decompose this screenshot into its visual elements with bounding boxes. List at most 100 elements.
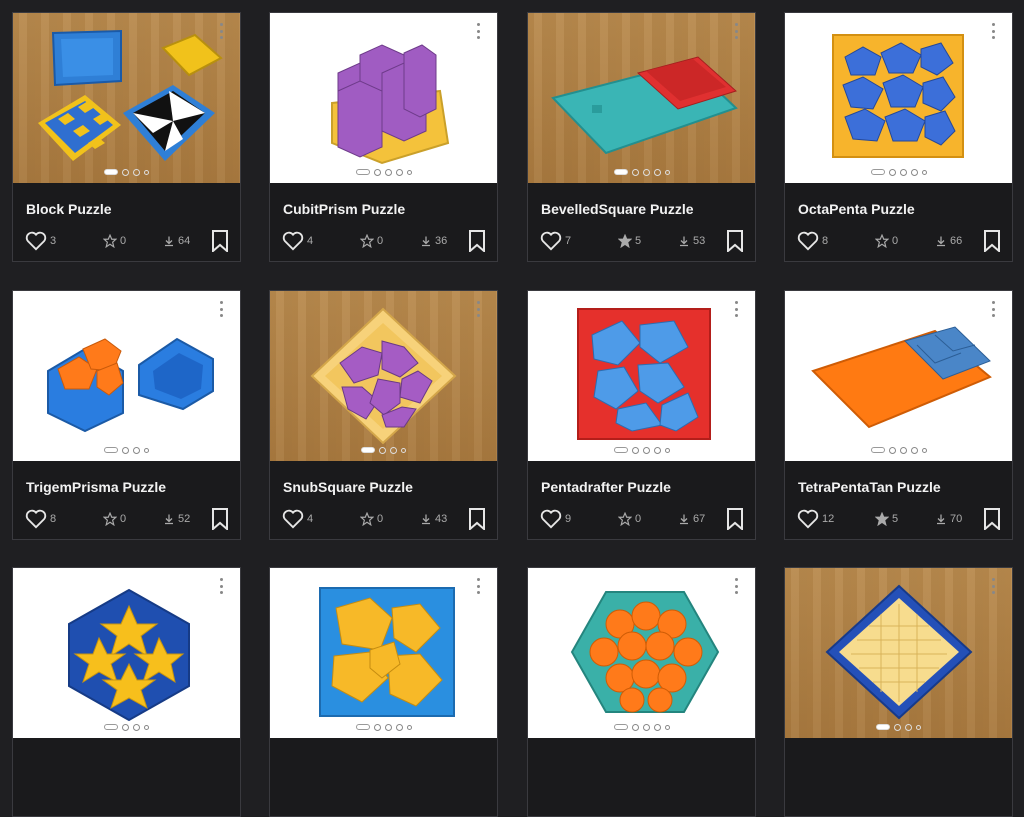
- bookmark-icon[interactable]: [210, 508, 230, 530]
- model-thumbnail[interactable]: [270, 13, 497, 183]
- carousel-dots[interactable]: [270, 168, 497, 176]
- star-count: 0: [892, 235, 899, 247]
- kebab-menu-icon[interactable]: [477, 23, 481, 39]
- kebab-menu-icon[interactable]: [220, 578, 224, 594]
- download-button[interactable]: 43: [420, 508, 447, 530]
- carousel-dots[interactable]: [13, 168, 240, 176]
- card-title[interactable]: Block Puzzle: [26, 201, 112, 217]
- star-rating[interactable]: 0: [360, 230, 383, 252]
- card-title[interactable]: TrigemPrisma Puzzle: [26, 479, 166, 495]
- star-rating[interactable]: 5: [618, 230, 641, 252]
- like-button[interactable]: 12: [797, 508, 834, 530]
- model-card[interactable]: [784, 567, 1013, 817]
- card-stats: 8 0 66: [797, 230, 1002, 252]
- bookmark-icon[interactable]: [982, 508, 1002, 530]
- model-card[interactable]: Pentadrafter Puzzle 9 0 67: [527, 290, 756, 540]
- kebab-menu-icon[interactable]: [992, 301, 996, 317]
- kebab-menu-icon[interactable]: [735, 23, 739, 39]
- download-count: 64: [178, 235, 191, 247]
- model-card[interactable]: [269, 567, 498, 817]
- kebab-menu-icon[interactable]: [220, 301, 224, 317]
- kebab-menu-icon[interactable]: [220, 23, 224, 39]
- model-thumbnail[interactable]: [528, 291, 755, 461]
- carousel-dots[interactable]: [785, 446, 1012, 454]
- model-thumbnail[interactable]: [270, 291, 497, 461]
- puzzle-image: [310, 307, 457, 445]
- download-icon: [165, 514, 173, 525]
- bookmark-icon[interactable]: [467, 230, 487, 252]
- like-button[interactable]: 8: [797, 230, 828, 252]
- download-button[interactable]: 64: [163, 230, 190, 252]
- star-icon: [618, 512, 632, 526]
- carousel-dots[interactable]: [785, 168, 1012, 176]
- model-card[interactable]: TetraPentaTan Puzzle 12 5 70: [784, 290, 1013, 540]
- card-title[interactable]: OctaPenta Puzzle: [798, 201, 915, 217]
- star-rating[interactable]: 0: [360, 508, 383, 530]
- like-button[interactable]: 3: [25, 230, 56, 252]
- like-button[interactable]: 4: [282, 230, 313, 252]
- bookmark-icon[interactable]: [725, 508, 745, 530]
- model-thumbnail[interactable]: [785, 568, 1012, 738]
- carousel-dots[interactable]: [270, 723, 497, 731]
- bookmark-icon[interactable]: [725, 230, 745, 252]
- carousel-dots[interactable]: [785, 723, 1012, 731]
- carousel-dots[interactable]: [270, 446, 497, 454]
- model-card[interactable]: SnubSquare Puzzle 4 0 43: [269, 290, 498, 540]
- kebab-menu-icon[interactable]: [992, 578, 996, 594]
- carousel-dots[interactable]: [13, 723, 240, 731]
- card-title[interactable]: SnubSquare Puzzle: [283, 479, 413, 495]
- star-rating[interactable]: 0: [103, 508, 126, 530]
- download-button[interactable]: 66: [935, 230, 962, 252]
- kebab-menu-icon[interactable]: [735, 578, 739, 594]
- like-button[interactable]: 7: [540, 230, 571, 252]
- bookmark-icon[interactable]: [467, 508, 487, 530]
- model-card[interactable]: OctaPenta Puzzle 8 0 66: [784, 12, 1013, 262]
- card-title[interactable]: Pentadrafter Puzzle: [541, 479, 671, 495]
- star-rating[interactable]: 0: [103, 230, 126, 252]
- carousel-dots[interactable]: [13, 446, 240, 454]
- bookmark-icon[interactable]: [210, 230, 230, 252]
- carousel-dots[interactable]: [528, 168, 755, 176]
- download-button[interactable]: 36: [420, 230, 447, 252]
- kebab-menu-icon[interactable]: [477, 301, 481, 317]
- card-title[interactable]: TetraPentaTan Puzzle: [798, 479, 941, 495]
- model-card[interactable]: CubitPrism Puzzle 4 0 36: [269, 12, 498, 262]
- model-card[interactable]: [527, 567, 756, 817]
- kebab-menu-icon[interactable]: [735, 301, 739, 317]
- model-thumbnail[interactable]: [528, 13, 755, 183]
- heart-icon: [540, 509, 562, 529]
- star-rating[interactable]: 0: [618, 508, 641, 530]
- model-thumbnail[interactable]: [13, 291, 240, 461]
- card-stats: 8 0 52: [25, 508, 230, 530]
- download-count: 36: [435, 235, 448, 247]
- model-thumbnail[interactable]: [528, 568, 755, 738]
- star-rating[interactable]: 5: [875, 508, 898, 530]
- model-card[interactable]: [12, 567, 241, 817]
- carousel-dots[interactable]: [528, 446, 755, 454]
- card-title[interactable]: BevelledSquare Puzzle: [541, 201, 694, 217]
- kebab-menu-icon[interactable]: [992, 23, 996, 39]
- star-icon: [103, 234, 117, 248]
- like-button[interactable]: 9: [540, 508, 571, 530]
- model-thumbnail[interactable]: [270, 568, 497, 738]
- download-button[interactable]: 52: [163, 508, 190, 530]
- download-button[interactable]: 70: [935, 508, 962, 530]
- kebab-menu-icon[interactable]: [477, 578, 481, 594]
- like-button[interactable]: 8: [25, 508, 56, 530]
- bookmark-icon[interactable]: [982, 230, 1002, 252]
- model-thumbnail[interactable]: [785, 13, 1012, 183]
- model-card[interactable]: BevelledSquare Puzzle 7 5 53: [527, 12, 756, 262]
- model-thumbnail[interactable]: [13, 13, 240, 183]
- model-thumbnail[interactable]: [785, 291, 1012, 461]
- star-rating[interactable]: 0: [875, 230, 898, 252]
- model-card[interactable]: Block Puzzle 3 0 64: [12, 12, 241, 262]
- model-card[interactable]: TrigemPrisma Puzzle 8 0 52: [12, 290, 241, 540]
- like-button[interactable]: 4: [282, 508, 313, 530]
- carousel-dots[interactable]: [528, 723, 755, 731]
- download-button[interactable]: 53: [678, 230, 705, 252]
- card-title[interactable]: CubitPrism Puzzle: [283, 201, 405, 217]
- download-button[interactable]: 67: [678, 508, 705, 530]
- heart-icon: [25, 231, 47, 251]
- download-icon: [422, 236, 430, 247]
- model-thumbnail[interactable]: [13, 568, 240, 738]
